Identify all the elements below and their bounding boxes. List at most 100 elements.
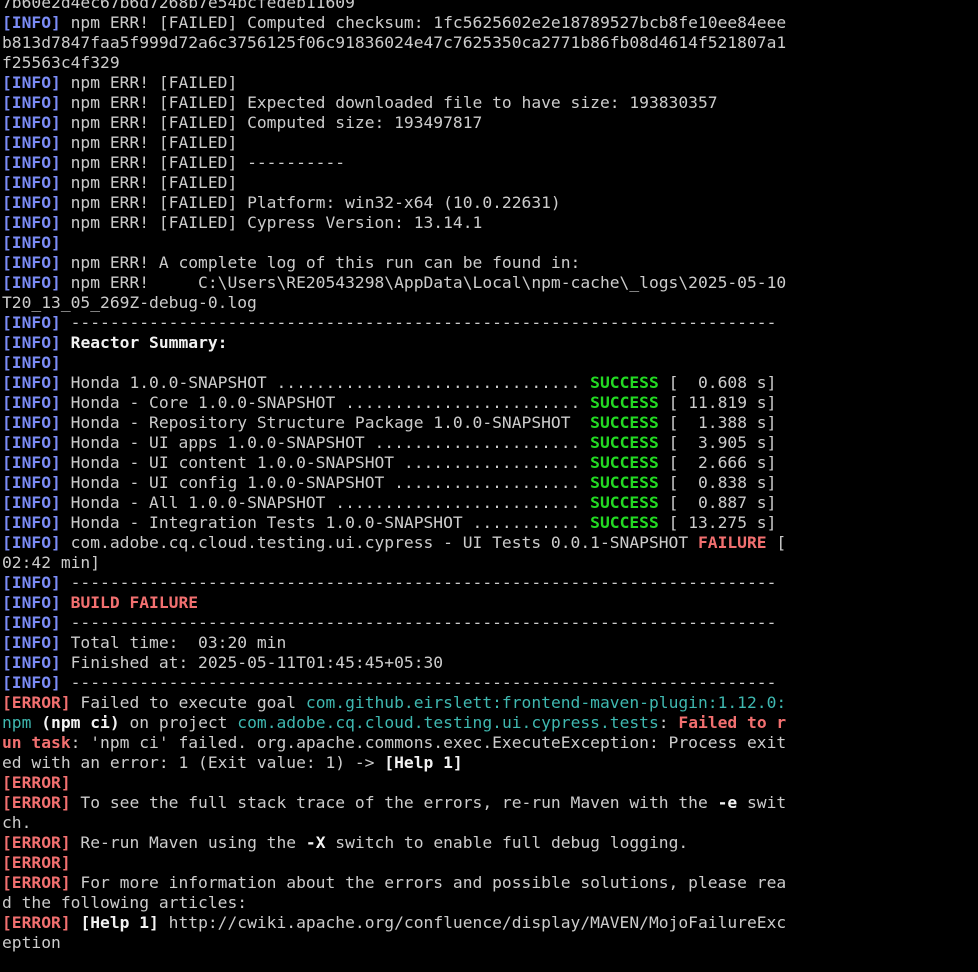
line-text: [ 11.819 s] bbox=[658, 393, 777, 412]
line-text: b813d7847faa5f999d72a6c3756125f06c918360… bbox=[2, 33, 787, 52]
line-text: [ 0.887 s] bbox=[658, 493, 777, 512]
terminal-line: [INFO] Honda - UI content 1.0.0-SNAPSHOT… bbox=[2, 453, 978, 473]
terminal-line: [ERROR] bbox=[2, 853, 978, 873]
failure-status: Failed to r bbox=[678, 713, 787, 732]
info-tag: [INFO] bbox=[2, 273, 61, 292]
error-tag: [ERROR] bbox=[2, 853, 71, 872]
terminal-output: 7b60e2d4ec67b6d7268b7e54bcfedeb11609 [INF… bbox=[2, 0, 978, 953]
line-text: [ 2.666 s] bbox=[658, 453, 777, 472]
error-tag: [ERROR] bbox=[2, 913, 71, 932]
failure-status: un task bbox=[2, 733, 71, 752]
terminal-line: [INFO] Total time: 03:20 min bbox=[2, 633, 978, 653]
info-tag: [INFO] bbox=[2, 593, 61, 612]
highlight-text: npm bbox=[2, 713, 32, 732]
terminal-line: npm (npm ci) on project com.adobe.cq.clo… bbox=[2, 713, 978, 733]
terminal-line: f25563c4f329 bbox=[2, 53, 978, 73]
line-text: d the following articles: bbox=[2, 893, 248, 912]
terminal-window[interactable]: 7b60e2d4ec67b6d7268b7e54bcfedeb11609 [INF… bbox=[0, 0, 978, 972]
terminal-line: [INFO] npm ERR! [FAILED] Expected downlo… bbox=[2, 93, 978, 113]
info-tag: [INFO] bbox=[2, 193, 61, 212]
terminal-line: [INFO] npm ERR! [FAILED] bbox=[2, 133, 978, 153]
line-text: f25563c4f329 bbox=[2, 53, 120, 72]
info-tag: [INFO] bbox=[2, 133, 61, 152]
success-status: SUCCESS bbox=[590, 473, 659, 492]
line-text: Honda - UI config 1.0.0-SNAPSHOT .......… bbox=[60, 473, 591, 492]
bold-text: [Help 1] bbox=[80, 913, 159, 932]
line-text bbox=[61, 593, 71, 612]
terminal-line: [INFO] Honda - Repository Structure Pack… bbox=[2, 413, 978, 433]
line-text: To see the full stack trace of the error… bbox=[70, 793, 718, 812]
line-text: switch to enable full debug logging. bbox=[325, 833, 689, 852]
info-tag: [INFO] bbox=[2, 173, 61, 192]
info-tag: [INFO] bbox=[2, 353, 61, 372]
terminal-line: [INFO] npm ERR! [FAILED] Platform: win32… bbox=[2, 193, 978, 213]
terminal-line: [INFO] ---------------------------------… bbox=[2, 613, 978, 633]
line-text: npm ERR! [FAILED] ---------- bbox=[60, 153, 346, 172]
terminal-line: [INFO] Honda - All 1.0.0-SNAPSHOT ......… bbox=[2, 493, 978, 513]
bold-text: -e bbox=[717, 793, 738, 812]
info-tag: [INFO] bbox=[2, 533, 61, 552]
line-text bbox=[31, 713, 41, 732]
line-text: [ 1.388 s] bbox=[658, 413, 777, 432]
terminal-line: [ERROR] To see the full stack trace of t… bbox=[2, 793, 978, 813]
terminal-line: eption bbox=[2, 933, 978, 953]
error-tag: [ERROR] bbox=[2, 833, 71, 852]
bold-text: (npm ci) bbox=[41, 713, 120, 732]
line-text: Re-run Maven using the bbox=[70, 833, 306, 852]
terminal-line: T20_13_05_269Z-debug-0.log bbox=[2, 293, 978, 313]
info-tag: [INFO] bbox=[2, 253, 61, 272]
success-status: SUCCESS bbox=[590, 433, 659, 452]
success-status: SUCCESS bbox=[590, 393, 659, 412]
line-text: Honda - Integration Tests 1.0.0-SNAPSHOT… bbox=[60, 513, 591, 532]
success-status: SUCCESS bbox=[590, 453, 659, 472]
info-tag: [INFO] bbox=[2, 633, 61, 652]
info-tag: [INFO] bbox=[2, 113, 61, 132]
info-tag: [INFO] bbox=[2, 573, 61, 592]
terminal-line: [ERROR] [Help 1] http://cwiki.apache.org… bbox=[2, 913, 978, 933]
line-text: T20_13_05_269Z-debug-0.log bbox=[2, 293, 257, 312]
failure-status: BUILD FAILURE bbox=[70, 593, 199, 612]
line-text: ----------------------------------------… bbox=[60, 573, 777, 592]
line-text: npm ERR! [FAILED] Expected downloaded fi… bbox=[60, 93, 718, 112]
info-tag: [INFO] bbox=[2, 413, 61, 432]
terminal-line: [ERROR] Failed to execute goal com.githu… bbox=[2, 693, 978, 713]
terminal-line: [INFO] Honda - Core 1.0.0-SNAPSHOT .....… bbox=[2, 393, 978, 413]
info-tag: [INFO] bbox=[2, 333, 61, 352]
terminal-line: [INFO] Honda - UI config 1.0.0-SNAPSHOT … bbox=[2, 473, 978, 493]
terminal-line: [INFO] npm ERR! [FAILED] bbox=[2, 73, 978, 93]
line-text: eption bbox=[2, 933, 61, 952]
line-text: npm ERR! [FAILED] Platform: win32-x64 (1… bbox=[60, 193, 561, 212]
terminal-line: [INFO] npm ERR! C:\Users\RE20543298\AppD… bbox=[2, 273, 978, 293]
bold-text: [Help 1] bbox=[384, 753, 463, 772]
terminal-line: [INFO] bbox=[2, 233, 978, 253]
terminal-line: [INFO] npm ERR! [FAILED] Computed checks… bbox=[2, 13, 978, 33]
terminal-line: [INFO] npm ERR! [FAILED] bbox=[2, 173, 978, 193]
info-tag: [INFO] bbox=[2, 613, 61, 632]
line-text: Honda - All 1.0.0-SNAPSHOT .............… bbox=[60, 493, 591, 512]
info-tag: [INFO] bbox=[2, 373, 61, 392]
error-tag: [ERROR] bbox=[2, 793, 71, 812]
line-text: on project bbox=[119, 713, 238, 732]
terminal-line: [INFO] npm ERR! [FAILED] Cypress Version… bbox=[2, 213, 978, 233]
line-text: [ 0.838 s] bbox=[658, 473, 777, 492]
error-tag: [ERROR] bbox=[2, 873, 71, 892]
line-text: ch. bbox=[2, 813, 32, 832]
terminal-line: [INFO] com.adobe.cq.cloud.testing.ui.cyp… bbox=[2, 533, 978, 553]
info-tag: [INFO] bbox=[2, 313, 61, 332]
info-tag: [INFO] bbox=[2, 473, 61, 492]
error-tag: [ERROR] bbox=[2, 773, 71, 792]
terminal-line: [INFO] ---------------------------------… bbox=[2, 313, 978, 333]
highlight-text: com.adobe.cq.cloud.testing.ui.cypress.te… bbox=[237, 713, 659, 732]
line-text: http://cwiki.apache.org/confluence/displ… bbox=[158, 913, 787, 932]
terminal-line: [ERROR] bbox=[2, 773, 978, 793]
success-status: SUCCESS bbox=[590, 373, 659, 392]
info-tag: [INFO] bbox=[2, 453, 61, 472]
terminal-line: b813d7847faa5f999d72a6c3756125f06c918360… bbox=[2, 33, 978, 53]
info-tag: [INFO] bbox=[2, 673, 61, 692]
terminal-line: [INFO] Honda 1.0.0-SNAPSHOT ............… bbox=[2, 373, 978, 393]
line-text: Failed to execute goal bbox=[70, 693, 306, 712]
info-tag: [INFO] bbox=[2, 493, 61, 512]
line-text bbox=[71, 913, 81, 932]
info-tag: [INFO] bbox=[2, 213, 61, 232]
line-text: npm ERR! [FAILED] Computed size: 1934978… bbox=[60, 113, 483, 132]
